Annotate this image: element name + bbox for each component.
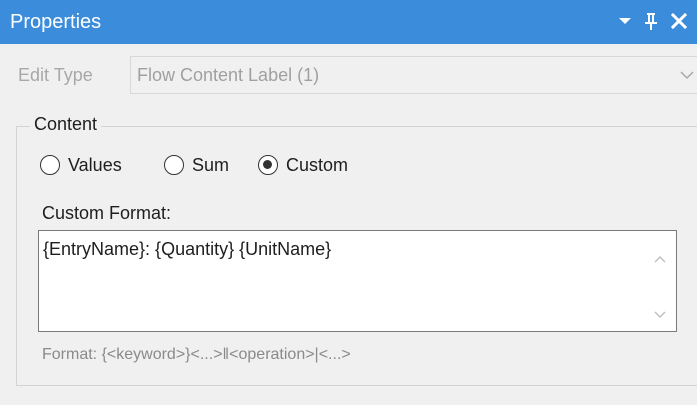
format-hint: Format: {<keyword>}<...>‖<operation>|<..…: [42, 346, 351, 363]
edit-type-select: Flow Content Label (1): [130, 56, 697, 94]
edit-type-value: Flow Content Label (1): [137, 65, 320, 85]
radio-circle-checked: [258, 155, 278, 175]
panel-titlebar: Properties: [0, 0, 697, 44]
content-group-legend: Content: [30, 112, 102, 136]
custom-format-textarea[interactable]: {EntryName}: {Quantity} {UnitName}: [38, 230, 677, 332]
custom-format-text: {EntryName}: {Quantity} {UnitName}: [43, 239, 332, 259]
radio-sum[interactable]: Sum: [164, 152, 229, 178]
pin-button[interactable]: [640, 8, 662, 34]
edit-type-row: Edit Type Flow Content Label (1): [0, 44, 697, 104]
pin-icon: [645, 13, 657, 30]
radio-circle: [40, 155, 60, 175]
edit-type-label: Edit Type: [18, 65, 93, 85]
custom-format-label: Custom Format:: [42, 203, 172, 223]
textarea-scrollbar[interactable]: [644, 231, 676, 331]
panel-title: Properties: [10, 11, 102, 33]
panel-menu-button[interactable]: [614, 8, 636, 34]
radio-custom-label: Custom: [286, 155, 349, 175]
scroll-down-icon[interactable]: [652, 307, 668, 323]
chevron-down-icon: [680, 71, 694, 80]
radio-values-label: Values: [68, 155, 122, 175]
close-icon: [671, 13, 687, 29]
radio-circle: [164, 155, 184, 175]
chevron-down-icon: [619, 18, 631, 24]
radio-custom[interactable]: Custom: [258, 152, 348, 178]
radio-sum-label: Sum: [192, 155, 230, 175]
scroll-up-icon[interactable]: [652, 251, 668, 267]
radio-values[interactable]: Values: [40, 152, 122, 178]
close-button[interactable]: [668, 8, 690, 34]
